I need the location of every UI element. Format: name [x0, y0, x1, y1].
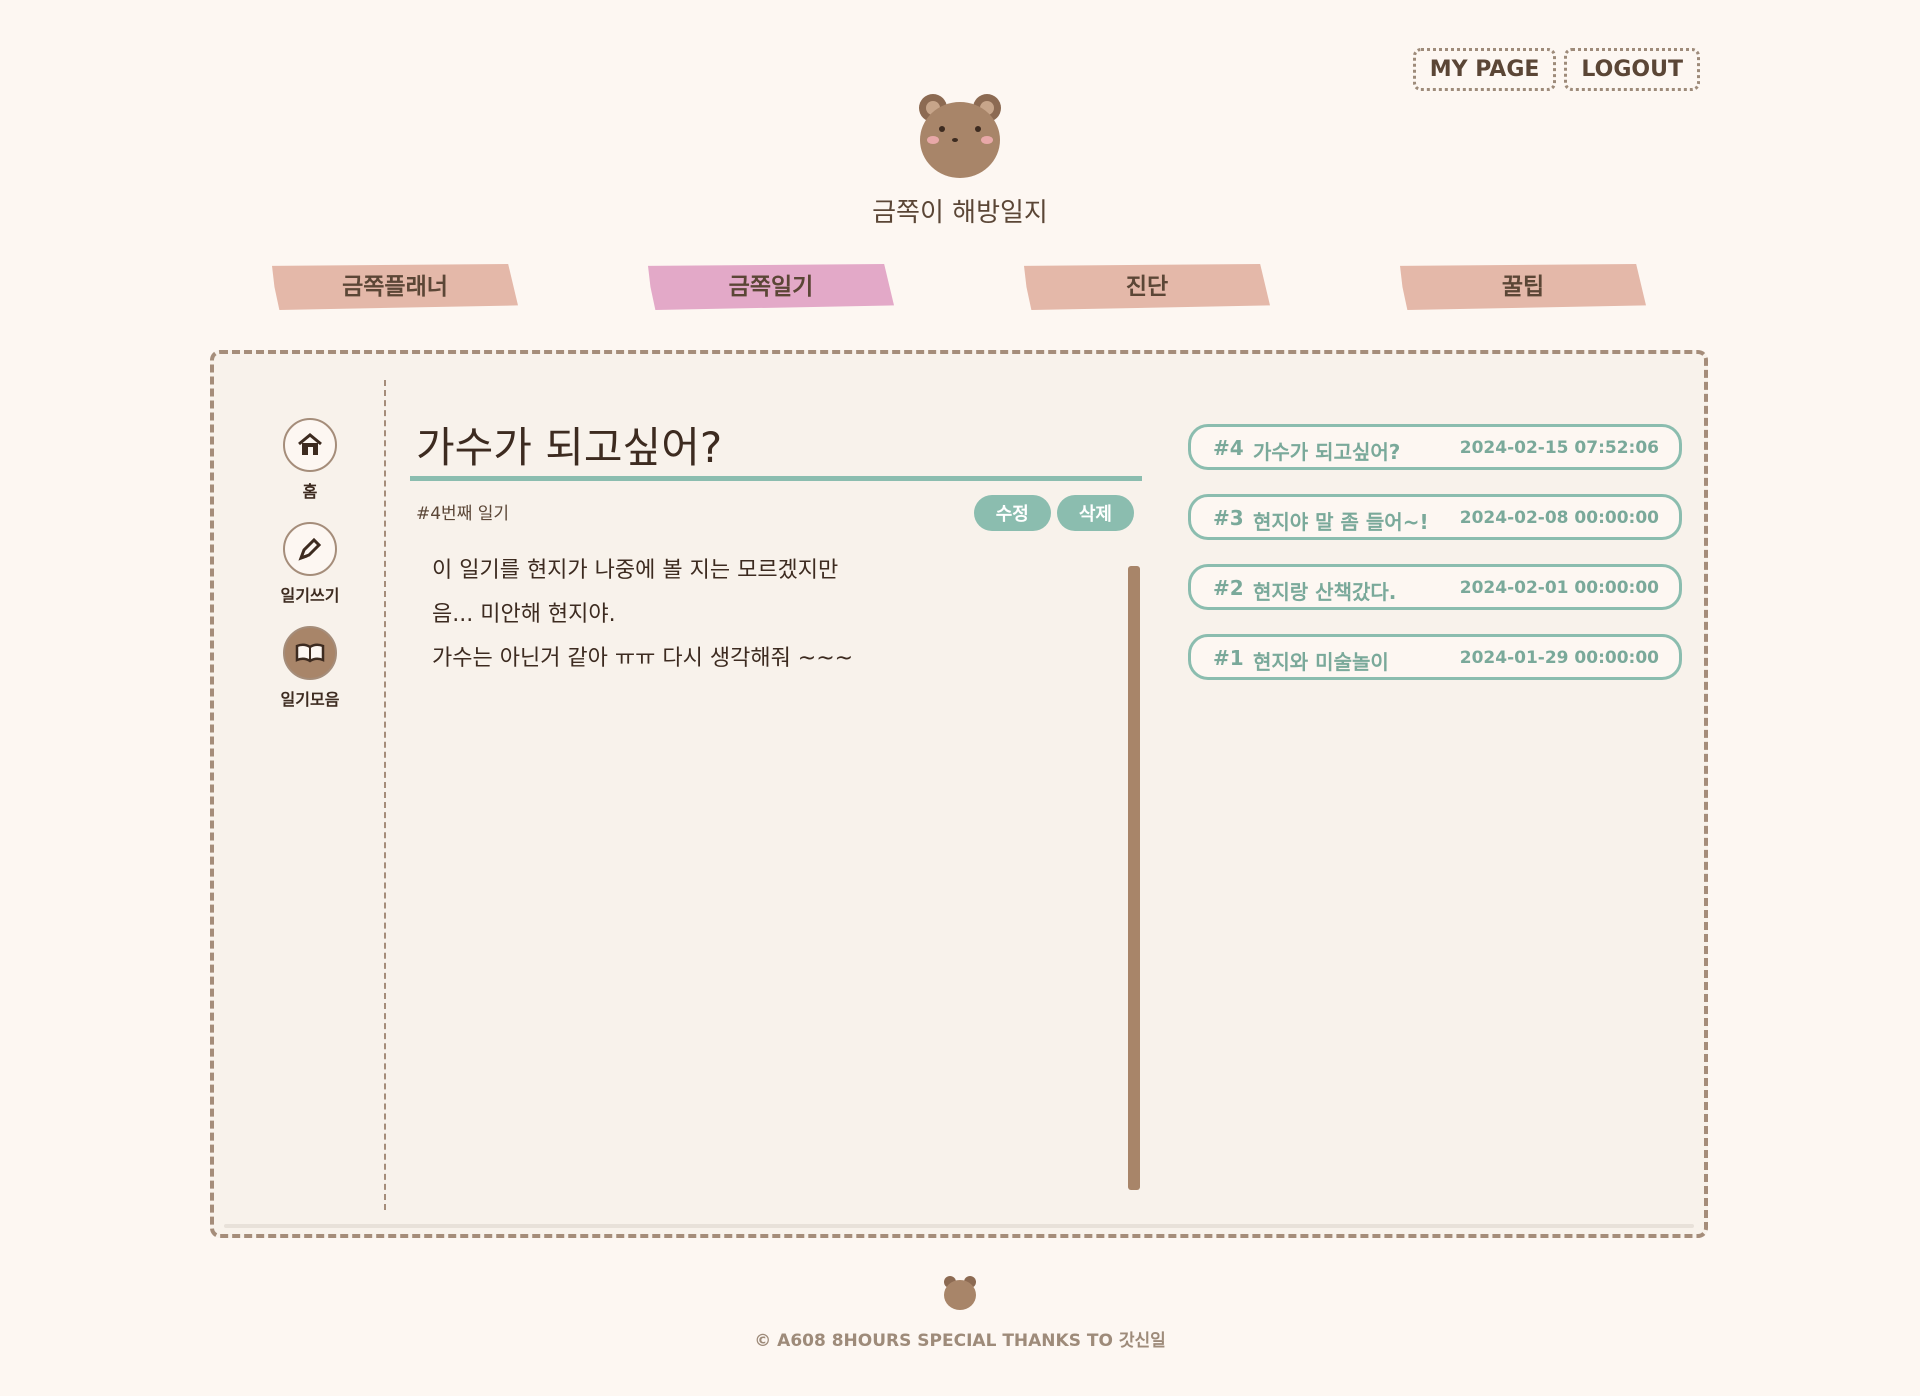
- sidebar: 홈 일기쓰기 일기모음: [214, 354, 384, 1234]
- diary-list-date: 2024-02-01 00:00:00: [1459, 578, 1659, 598]
- diary-meta: #4번째 일기 수정 삭제: [410, 491, 1142, 531]
- diary-list-item[interactable]: #2 현지랑 산책갔다. 2024-02-01 00:00:00: [1188, 564, 1682, 610]
- my-page-button[interactable]: MY PAGE: [1412, 48, 1557, 91]
- diary-line: 이 일기를 현지가 나중에 볼 지는 모르겠지만: [432, 558, 839, 583]
- diary-list-date: 2024-02-08 00:00:00: [1459, 508, 1659, 528]
- edit-button[interactable]: 수정: [973, 495, 1051, 531]
- diary-list-num: #2: [1213, 576, 1244, 600]
- nav-tab-diagnosis[interactable]: 진단: [1024, 264, 1270, 310]
- sidebar-item-label: 일기모음: [280, 690, 340, 709]
- bear-footer-icon: [942, 1276, 978, 1312]
- sidebar-item-home[interactable]: 홈: [270, 418, 350, 502]
- diary-list-item[interactable]: #3 현지야 말 좀 들어~! 2024-02-08 00:00:00: [1188, 494, 1682, 540]
- diary-view: 가수가 되고싶어? #4번째 일기 수정 삭제 이 일기를 현지가 나중에 볼 …: [410, 414, 1142, 681]
- diary-list-title: 현지야 말 좀 들어~!: [1253, 510, 1429, 534]
- diary-list-title: 가수가 되고싶어?: [1253, 440, 1401, 464]
- diary-content: 이 일기를 현지가 나중에 볼 지는 모르겠지만 음... 미안해 현지야. 가…: [410, 549, 1142, 681]
- content-scrollbar[interactable]: [1128, 566, 1140, 1190]
- top-links: MY PAGE LOGOUT: [1412, 48, 1700, 91]
- sidebar-item-label: 일기쓰기: [280, 586, 340, 605]
- diary-list: #4 가수가 되고싶어? 2024-02-15 07:52:06 #3 현지야 …: [1188, 424, 1682, 704]
- diary-list-num: #1: [1213, 646, 1244, 670]
- sidebar-divider: [384, 380, 386, 1210]
- logo[interactable]: 금쪽이 해방일지: [830, 92, 1090, 229]
- bear-logo-icon: [915, 92, 1005, 182]
- diary-list-title: 현지와 미술놀이: [1253, 650, 1389, 674]
- diary-line: 음... 미안해 현지야.: [432, 602, 616, 627]
- sidebar-item-label: 홈: [302, 482, 318, 501]
- nav-tab-tips[interactable]: 꿀팁: [1400, 264, 1646, 310]
- diary-list-item[interactable]: #4 가수가 되고싶어? 2024-02-15 07:52:06: [1188, 424, 1682, 470]
- logout-button[interactable]: LOGOUT: [1564, 48, 1700, 91]
- home-icon: [283, 418, 337, 472]
- diary-number: #4번째 일기: [416, 504, 510, 524]
- diary-list-date: 2024-02-15 07:52:06: [1459, 438, 1659, 458]
- diary-list-num: #4: [1213, 436, 1244, 460]
- diary-list-item[interactable]: #1 현지와 미술놀이 2024-01-29 00:00:00: [1188, 634, 1682, 680]
- title-divider: [410, 476, 1142, 481]
- main-nav: 금쪽플래너 금쪽일기 진단 꿀팁: [272, 264, 1648, 314]
- delete-button[interactable]: 삭제: [1056, 495, 1134, 531]
- diary-line: 가수는 아닌거 같아 ㅠㅠ 다시 생각해줘 ~~~: [432, 646, 854, 671]
- diary-title: 가수가 되고싶어?: [416, 423, 723, 472]
- diary-list-title: 현지랑 산책갔다.: [1253, 580, 1397, 604]
- sidebar-item-write[interactable]: 일기쓰기: [270, 522, 350, 606]
- book-icon: [283, 626, 337, 680]
- footer: © A608 8HOURS SPECIAL THANKS TO 갓신일: [0, 1276, 1920, 1351]
- nav-tab-diary[interactable]: 금쪽일기: [648, 264, 894, 310]
- footer-text: © A608 8HOURS SPECIAL THANKS TO 갓신일: [754, 1331, 1166, 1351]
- nav-tab-planner[interactable]: 금쪽플래너: [272, 264, 518, 310]
- logo-text: 금쪽이 해방일지: [872, 198, 1048, 228]
- diary-actions: 수정 삭제: [973, 495, 1134, 531]
- sidebar-item-collection[interactable]: 일기모음: [270, 626, 350, 710]
- diary-panel: 홈 일기쓰기 일기모음 가수가 되고싶어? #4번째 일기 수정 삭제 이 일기…: [210, 350, 1708, 1238]
- diary-list-num: #3: [1213, 506, 1244, 530]
- panel-bottom-edge: [224, 1224, 1694, 1228]
- pencil-icon: [283, 522, 337, 576]
- diary-list-date: 2024-01-29 00:00:00: [1459, 648, 1659, 668]
